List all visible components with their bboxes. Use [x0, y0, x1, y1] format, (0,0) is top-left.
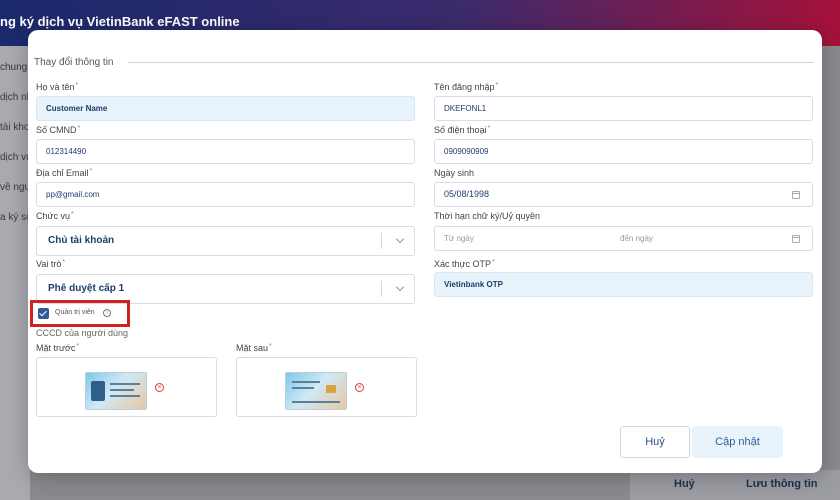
card-photo	[91, 381, 105, 401]
front-side-upload[interactable]: ×	[36, 357, 217, 417]
id-number-label: Số CMND*	[36, 125, 81, 135]
username-field[interactable]: DKEFONL1	[434, 96, 813, 121]
info-icon[interactable]: i	[103, 309, 111, 317]
full-name-label: Họ và tên*	[36, 82, 79, 92]
otp-field[interactable]: Vietinbank OTP	[434, 272, 813, 297]
sidebar-item: a ký số	[0, 212, 32, 223]
to-date-placeholder[interactable]: đến ngày	[620, 227, 653, 250]
role-value: Phê duyệt cấp 1	[48, 283, 125, 294]
position-label: Chức vụ*	[36, 211, 74, 221]
admin-checkbox[interactable]	[38, 308, 49, 319]
edit-info-modal: Thay đổi thông tin Họ và tên* Customer N…	[28, 30, 822, 473]
card-chip	[326, 385, 336, 393]
calendar-icon[interactable]	[792, 191, 800, 199]
birthday-value: 05/08/1998	[444, 189, 490, 199]
admin-checkbox-label[interactable]: Quản trị viên	[55, 309, 95, 316]
cancel-button[interactable]: Huỷ	[620, 426, 690, 458]
card-text-line	[292, 387, 314, 389]
card-text-line	[110, 389, 134, 391]
background-cancel-button[interactable]: Huỷ	[674, 478, 695, 490]
update-button[interactable]: Cập nhật	[692, 426, 783, 458]
background-footer: Huỷ Lưu thông tin	[630, 470, 840, 500]
email-label: Địa chỉ Email*	[36, 168, 93, 178]
sidebar-item: dịch vụ	[0, 152, 32, 163]
calendar-icon[interactable]	[792, 235, 800, 243]
role-label: Vai trò*	[36, 259, 66, 269]
username-label: Tên đăng nhập*	[434, 82, 499, 92]
id-number-field[interactable]: 012314490	[36, 139, 415, 164]
back-side-label: Mặt sau*	[236, 343, 272, 353]
background-title: ng ký dịch vụ VietinBank eFAST online	[0, 14, 240, 29]
background-sidebar: chung dịch nhà tài khoả dịch vụ về người…	[0, 46, 40, 500]
front-side-label: Mặt trước*	[36, 343, 80, 353]
card-text-line	[110, 383, 140, 385]
signature-period-label: Thời hạn chữ ký/Uỷ quyền	[434, 211, 540, 221]
remove-image-icon[interactable]: ×	[355, 383, 364, 392]
section-title: Thay đổi thông tin	[34, 57, 114, 68]
email-field[interactable]: pp@gmail.com	[36, 182, 415, 207]
card-text-line	[292, 401, 340, 403]
otp-label: Xác thực OTP*	[434, 259, 495, 269]
select-divider	[381, 233, 382, 249]
phone-label: Số điện thoại*	[434, 125, 491, 135]
chevron-down-icon[interactable]	[395, 282, 405, 292]
admin-checkbox-highlight: Quản trị viên i	[30, 300, 130, 327]
position-select[interactable]: Chủ tài khoản	[36, 226, 415, 256]
chevron-down-icon[interactable]	[395, 234, 405, 244]
full-name-field[interactable]: Customer Name	[36, 96, 415, 121]
from-date-placeholder[interactable]: Từ ngày	[444, 234, 474, 243]
card-text-line	[110, 395, 140, 397]
select-divider	[381, 281, 382, 297]
card-text-line	[292, 381, 320, 383]
birthday-field[interactable]: 05/08/1998	[434, 182, 813, 207]
id-card-front-image	[85, 372, 147, 410]
cccd-label: CCCD của người dùng	[36, 328, 128, 338]
remove-image-icon[interactable]: ×	[155, 383, 164, 392]
position-value: Chủ tài khoản	[48, 235, 115, 246]
background-save-button[interactable]: Lưu thông tin	[746, 478, 818, 490]
sidebar-item: chung	[0, 62, 28, 73]
signature-period-field[interactable]: Từ ngày đến ngày	[434, 226, 813, 251]
birthday-label: Ngày sinh	[434, 168, 475, 178]
back-side-upload[interactable]: ×	[236, 357, 417, 417]
section-divider	[128, 62, 814, 63]
id-card-back-image	[285, 372, 347, 410]
phone-field[interactable]: 0909090909	[434, 139, 813, 164]
